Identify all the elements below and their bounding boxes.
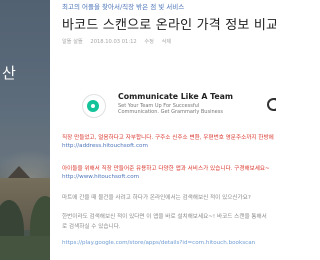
post-meta: 알뜰 살뜰 2018.10.03 01:12 수정 삭제: [62, 38, 177, 45]
intro-paragraph: 직장 만들었고, 얼음하다고 자부합니다. 구주소 신주소 변환, 우편번호 영…: [62, 135, 274, 141]
post-title: 바코드 스캔으로 온라인 가격 정보 비교 - 다: [62, 18, 276, 33]
body-paragraph: 로 검색하실 수 있습니다.: [62, 224, 121, 230]
post-author[interactable]: 알뜰 살뜰: [62, 39, 83, 45]
edit-link[interactable]: 수정: [144, 39, 154, 45]
sidebar-photo-overlay: [0, 0, 50, 260]
address-link[interactable]: http://address.hitouchsoft.com: [62, 143, 148, 149]
post-content: 최고의 어플을 찾아서/직장 밖은 점 빛 서비스 바코드 스캔으로 온라인 가…: [50, 0, 276, 260]
ad-button-knob: [269, 100, 276, 109]
delete-link[interactable]: 삭제: [162, 39, 172, 45]
ad-banner[interactable]: Communicate Like A Team Set Your Team Up…: [62, 90, 276, 120]
post-category-link[interactable]: 최고의 어플을 찾아서/직장 밖은 점 빛 서비스: [62, 1, 184, 11]
homepage-link[interactable]: http://www.hitouchsoft.com: [62, 174, 139, 180]
body-paragraph: 마트에 간을 때 물건을 사려고 하다가 온라인에서는 검색해보신 적이 있으신…: [62, 195, 251, 201]
ad-subtext: Set Your Team Up For Successful Communic…: [118, 103, 223, 116]
blog-sidebar: 산: [0, 0, 50, 260]
play-store-link[interactable]: https://play.google.com/store/apps/detai…: [62, 240, 255, 246]
promo-paragraph: 아이들을 위해서 직장 만들어준 유용하고 다양한 앱과 서비스가 있습니다. …: [62, 166, 270, 172]
post-date: 2018.10.03 01:12: [90, 39, 137, 45]
ad-open-button[interactable]: [267, 98, 276, 111]
ad-headline[interactable]: Communicate Like A Team: [118, 92, 233, 101]
grammarly-logo-icon: [82, 94, 106, 118]
body-paragraph: 한번이라도 검색해보신 적이 있다면 이 앱을 바로 설치해보세요~! 바코드 …: [62, 214, 267, 220]
blog-title[interactable]: 산: [2, 62, 16, 83]
